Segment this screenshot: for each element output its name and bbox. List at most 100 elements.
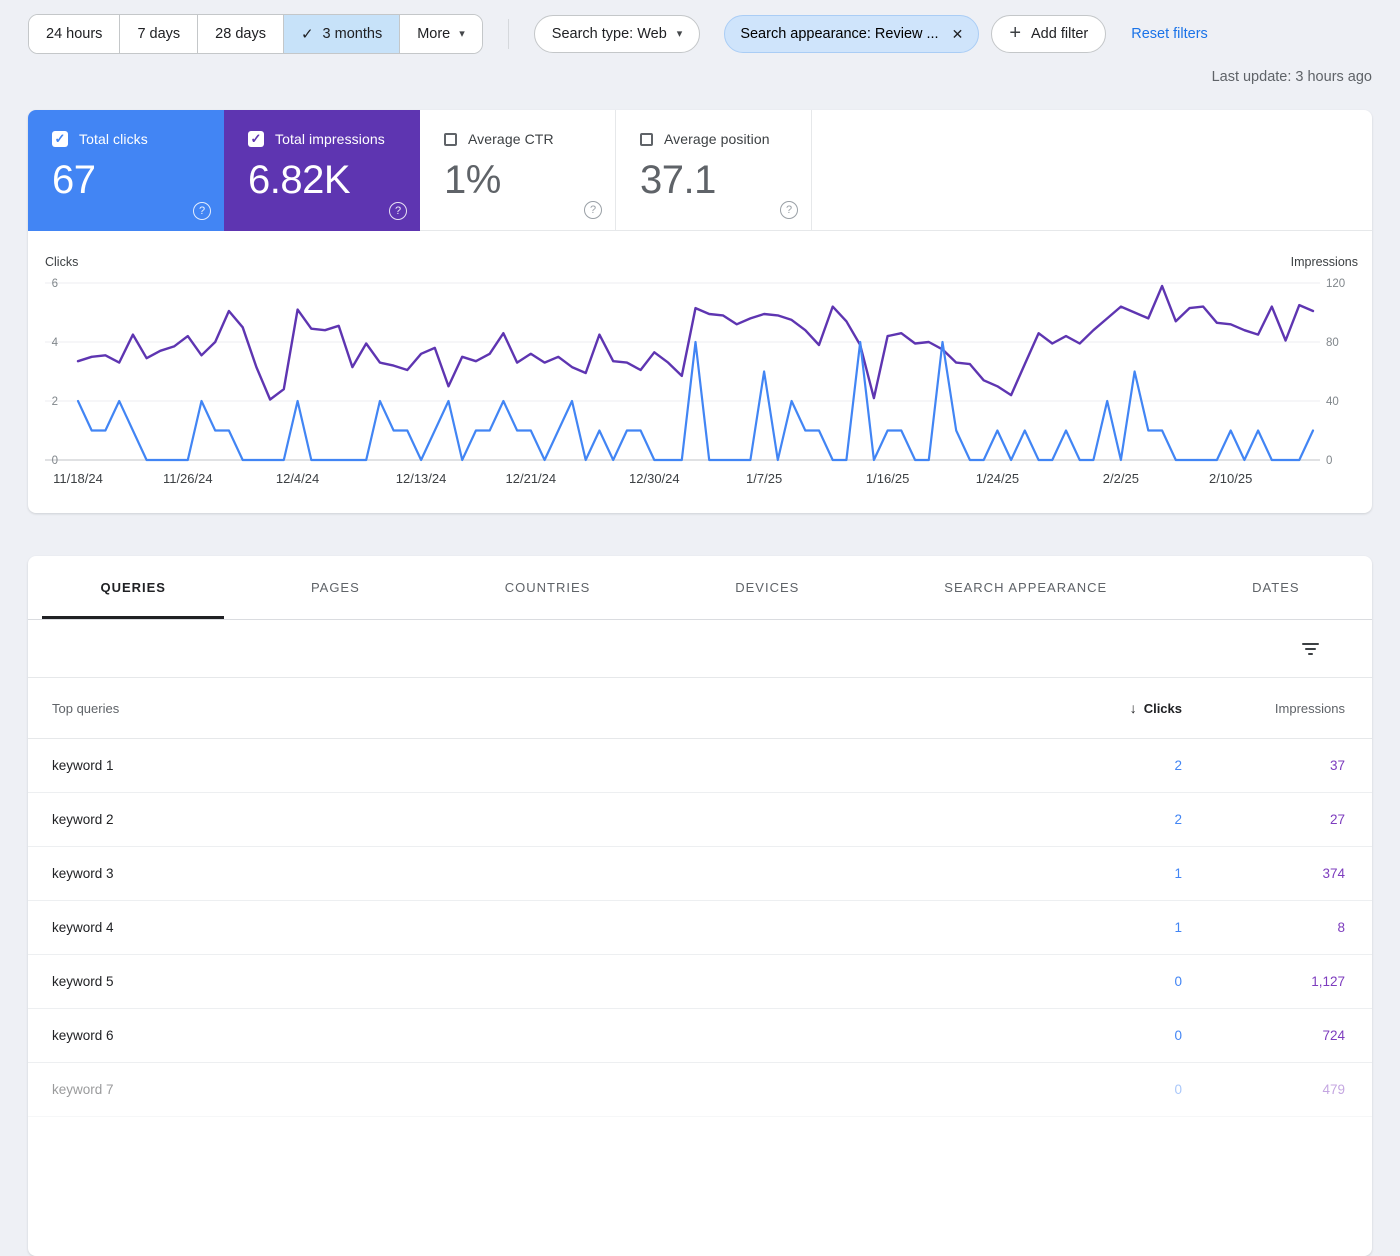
svg-text:6: 6 [52, 278, 58, 290]
clicks-cell[interactable]: 2 [1012, 812, 1182, 827]
svg-text:12/30/24: 12/30/24 [629, 471, 680, 486]
column-header-clicks[interactable]: ↓ Clicks [1012, 700, 1182, 716]
impressions-cell[interactable]: 27 [1182, 812, 1345, 827]
add-filter-button[interactable]: + Add filter [991, 15, 1106, 53]
query-cell: keyword 5 [52, 974, 1012, 989]
date-range-group: 24 hours 7 days 28 days ✓3 monthsMore▾ [28, 14, 483, 54]
date-range-28-days[interactable]: 28 days [198, 15, 284, 53]
metric-value: 1% [444, 158, 615, 203]
table-row[interactable]: keyword 2227 [28, 793, 1372, 847]
impressions-cell[interactable]: 374 [1182, 866, 1345, 881]
impressions-cell[interactable]: 37 [1182, 758, 1345, 773]
metric-value: 6.82K [248, 158, 420, 203]
column-header-queries: Top queries [52, 701, 1012, 716]
table-row[interactable]: keyword 1237 [28, 739, 1372, 793]
search-type-filter[interactable]: Search type: Web ▾ [534, 15, 701, 53]
svg-text:120: 120 [1326, 278, 1345, 290]
checkbox-unchecked-icon[interactable] [444, 133, 457, 146]
metric-label: Average position [664, 131, 770, 147]
svg-text:4: 4 [52, 337, 59, 349]
tab-countries[interactable]: COUNTRIES [432, 556, 663, 619]
check-icon: ✓ [301, 25, 314, 43]
sort-desc-icon: ↓ [1130, 700, 1137, 716]
date-range-3-months[interactable]: ✓3 months [284, 15, 400, 53]
metric-header: Average position [640, 131, 811, 147]
help-icon[interactable]: ? [389, 202, 407, 220]
tab-search-appearance[interactable]: SEARCH APPEARANCE [872, 556, 1180, 619]
table-row[interactable]: keyword 60724 [28, 1009, 1372, 1063]
tab-pages[interactable]: PAGES [238, 556, 432, 619]
dimensions-card: QUERIESPAGESCOUNTRIESDEVICESSEARCH APPEA… [28, 556, 1372, 1256]
search-appearance-chip-label: Search appearance: Review ... [740, 26, 938, 42]
metric-card-average-position[interactable]: Average position37.1? [616, 110, 812, 231]
svg-text:40: 40 [1326, 396, 1339, 408]
filter-rows-button[interactable] [1296, 637, 1325, 661]
metric-value: 67 [52, 158, 224, 203]
query-cell: keyword 7 [52, 1082, 1012, 1097]
query-cell: keyword 4 [52, 920, 1012, 935]
clicks-cell[interactable]: 0 [1012, 1028, 1182, 1043]
metric-card-total-impressions[interactable]: ✓ Total impressions 6.82K? [224, 110, 420, 231]
date-range-more[interactable]: More▾ [400, 15, 482, 53]
query-cell: keyword 1 [52, 758, 1012, 773]
filter-bar: 24 hours 7 days 28 days ✓3 monthsMore▾ Sear… [28, 14, 1208, 54]
performance-chart: 002404806120ClicksImpressions11/18/2411/… [28, 250, 1372, 495]
chevron-down-icon: ▾ [677, 29, 683, 40]
tab-dates[interactable]: DATES [1180, 556, 1372, 619]
add-filter-label: Add filter [1031, 26, 1088, 42]
clicks-cell[interactable]: 1 [1012, 920, 1182, 935]
metric-card-average-ctr[interactable]: Average CTR1%? [420, 110, 616, 231]
search-appearance-chip[interactable]: Search appearance: Review ... ✕ [724, 15, 979, 53]
impressions-cell[interactable]: 724 [1182, 1028, 1345, 1043]
impressions-cell[interactable]: 8 [1182, 920, 1345, 935]
date-range-label: 7 days [137, 26, 180, 42]
help-icon[interactable]: ? [780, 201, 798, 219]
svg-text:1/16/25: 1/16/25 [866, 471, 909, 486]
checkbox-checked-icon[interactable]: ✓ [52, 131, 68, 147]
metric-label: Total impressions [275, 131, 385, 147]
table-row[interactable]: keyword 418 [28, 901, 1372, 955]
clicks-cell[interactable]: 0 [1012, 1082, 1182, 1097]
svg-text:0: 0 [1326, 455, 1332, 467]
filter-icon [1302, 643, 1319, 645]
svg-text:Impressions: Impressions [1291, 255, 1358, 269]
help-icon[interactable]: ? [584, 201, 602, 219]
date-range-label: 28 days [215, 26, 266, 42]
query-cell: keyword 2 [52, 812, 1012, 827]
column-header-impressions[interactable]: Impressions [1182, 701, 1345, 716]
svg-text:1/24/25: 1/24/25 [976, 471, 1019, 486]
metric-row-spacer [812, 110, 1372, 231]
table-row[interactable]: keyword 31374 [28, 847, 1372, 901]
svg-text:12/4/24: 12/4/24 [276, 471, 319, 486]
clicks-cell[interactable]: 1 [1012, 866, 1182, 881]
svg-text:Clicks: Clicks [45, 255, 78, 269]
tab-devices[interactable]: DEVICES [663, 556, 872, 619]
close-icon[interactable]: ✕ [952, 26, 964, 43]
table-header: Top queries ↓ Clicks Impressions [28, 678, 1372, 739]
checkbox-checked-icon[interactable]: ✓ [248, 131, 264, 147]
svg-text:11/26/24: 11/26/24 [163, 471, 213, 486]
tab-queries[interactable]: QUERIES [28, 556, 238, 619]
date-range-label: 24 hours [46, 26, 102, 42]
metric-card-total-clicks[interactable]: ✓ Total clicks 67? [28, 110, 224, 231]
help-icon[interactable]: ? [193, 202, 211, 220]
query-cell: keyword 6 [52, 1028, 1012, 1043]
query-cell: keyword 3 [52, 866, 1012, 881]
clicks-header-label: Clicks [1144, 701, 1182, 716]
plus-icon: + [1009, 23, 1021, 43]
table-row[interactable]: keyword 501,127 [28, 955, 1372, 1009]
metric-label: Total clicks [79, 131, 148, 147]
impressions-cell[interactable]: 479 [1182, 1082, 1345, 1097]
impressions-cell[interactable]: 1,127 [1182, 974, 1345, 989]
reset-filters-link[interactable]: Reset filters [1131, 26, 1208, 42]
table-row[interactable]: keyword 70479 [28, 1063, 1372, 1117]
date-range-24-hours[interactable]: 24 hours [29, 15, 120, 53]
performance-card: ✓ Total clicks 67? ✓ Total impressions 6.82K?… [28, 110, 1372, 513]
date-range-7-days[interactable]: 7 days [120, 15, 198, 53]
clicks-cell[interactable]: 0 [1012, 974, 1182, 989]
table-toolbar [28, 620, 1372, 678]
checkbox-unchecked-icon[interactable] [640, 133, 653, 146]
svg-text:80: 80 [1326, 337, 1339, 349]
last-update-text: Last update: 3 hours ago [1212, 69, 1372, 85]
clicks-cell[interactable]: 2 [1012, 758, 1182, 773]
